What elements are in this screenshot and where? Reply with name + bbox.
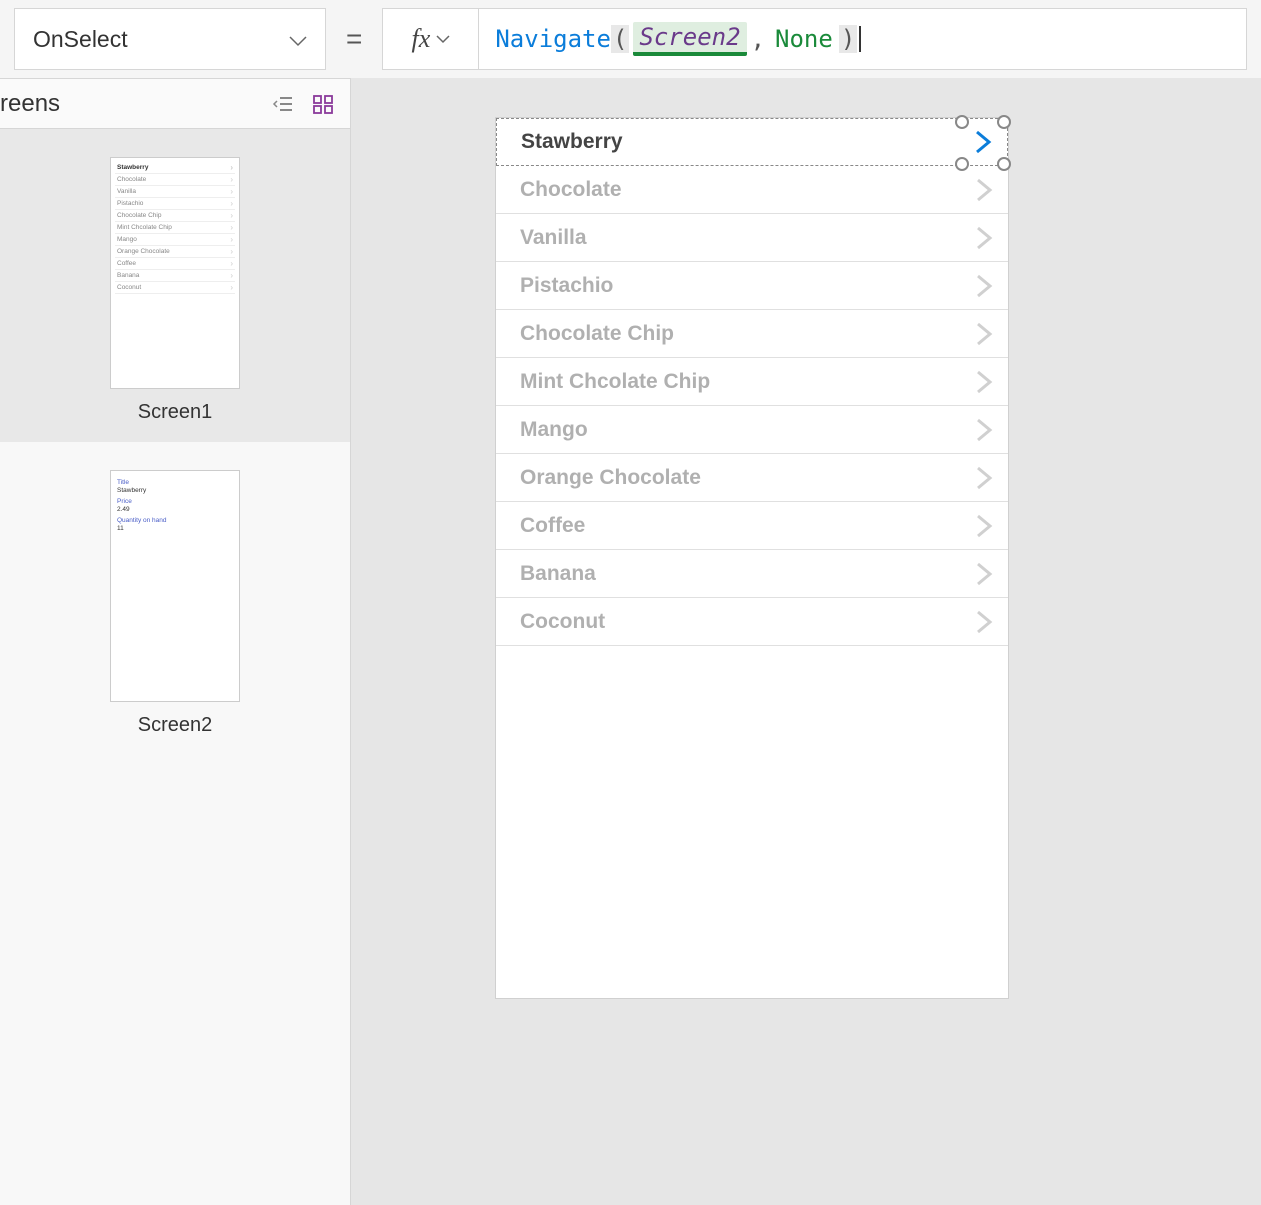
token-paren-open: ( [611, 25, 629, 53]
gallery-item-label: Pistachio [520, 274, 613, 298]
property-dropdown[interactable]: OnSelect [14, 8, 326, 70]
token-screen2: Screen2 [633, 22, 746, 56]
token-paren-close: ) [839, 25, 857, 53]
fx-button[interactable]: fx [383, 9, 479, 69]
grid-view-icon[interactable] [312, 94, 334, 114]
token-none: None [775, 25, 833, 53]
app-canvas[interactable]: Stawberry Chocolate Vanilla Pistachio [496, 118, 1008, 998]
chevron-right-icon[interactable] [960, 166, 1008, 213]
screens-panel: reens [0, 78, 351, 1205]
gallery-item[interactable]: Chocolate Chip [496, 310, 1008, 358]
fx-icon: fx [411, 24, 430, 54]
gallery-item-label: Chocolate Chip [520, 322, 674, 346]
chevron-down-icon [289, 26, 307, 53]
gallery-item[interactable]: Orange Chocolate [496, 454, 1008, 502]
canvas-area[interactable]: Stawberry Chocolate Vanilla Pistachio [351, 78, 1261, 1205]
gallery-item[interactable]: Pistachio [496, 262, 1008, 310]
screens-header: reens [0, 79, 350, 129]
gallery-item[interactable]: Mango [496, 406, 1008, 454]
text-cursor [859, 26, 861, 52]
gallery-chevron-selected[interactable] [959, 119, 1007, 165]
gallery-item-label: Mint Chcolate Chip [520, 370, 710, 394]
gallery-item-label: Banana [520, 562, 596, 586]
gallery-item-label: Coconut [520, 610, 605, 634]
gallery-item[interactable]: Coffee [496, 502, 1008, 550]
formula-input[interactable]: Navigate( Screen2, None ) [479, 9, 1246, 69]
chevron-right-icon[interactable] [960, 598, 1008, 645]
list-collapse-icon[interactable] [272, 94, 294, 114]
screens-header-icons [272, 94, 334, 114]
gallery-item[interactable]: Coconut [496, 598, 1008, 646]
equals-label: = [340, 23, 368, 55]
gallery-item[interactable]: Stawberry [496, 118, 1008, 166]
main-area: reens [0, 78, 1261, 1205]
gallery-item[interactable]: Mint Chcolate Chip [496, 358, 1008, 406]
gallery-item-label: Stawberry [521, 130, 623, 154]
screen1-name: Screen1 [138, 401, 213, 424]
gallery-item-label: Coffee [520, 514, 585, 538]
top-bar: OnSelect = fx Navigate( Screen2, None ) [0, 0, 1261, 78]
gallery-item[interactable]: Vanilla [496, 214, 1008, 262]
gallery-item-label: Mango [520, 418, 588, 442]
screen-thumb-screen1[interactable]: Stawberry› Chocolate› Vanilla› Pistachio… [0, 129, 350, 442]
gallery-item-label: Orange Chocolate [520, 466, 701, 490]
screens-body: Stawberry› Chocolate› Vanilla› Pistachio… [0, 129, 350, 1205]
chevron-right-icon[interactable] [960, 214, 1008, 261]
token-comma: , [751, 25, 765, 53]
chevron-right-icon[interactable] [960, 454, 1008, 501]
chevron-right-icon[interactable] [960, 550, 1008, 597]
gallery-item-label: Chocolate [520, 178, 622, 202]
chevron-right-icon[interactable] [960, 310, 1008, 357]
token-navigate: Navigate [495, 25, 611, 53]
gallery-item[interactable]: Chocolate [496, 166, 1008, 214]
gallery-item[interactable]: Banana [496, 550, 1008, 598]
screen2-thumbnail: Title Stawberry Price 2.49 Quantity on h… [110, 470, 240, 702]
chevron-right-icon[interactable] [960, 358, 1008, 405]
screens-title: reens [0, 90, 60, 118]
chevron-right-icon[interactable] [960, 502, 1008, 549]
chevron-right-icon[interactable] [960, 262, 1008, 309]
screen-thumb-screen2[interactable]: Title Stawberry Price 2.49 Quantity on h… [0, 442, 350, 755]
screen2-name: Screen2 [138, 714, 213, 737]
chevron-right-icon[interactable] [960, 406, 1008, 453]
gallery-item-label: Vanilla [520, 226, 587, 250]
property-value: OnSelect [33, 26, 128, 53]
screen1-thumbnail: Stawberry› Chocolate› Vanilla› Pistachio… [110, 157, 240, 389]
chevron-down-icon [436, 31, 450, 47]
formula-bar: fx Navigate( Screen2, None ) [382, 8, 1247, 70]
